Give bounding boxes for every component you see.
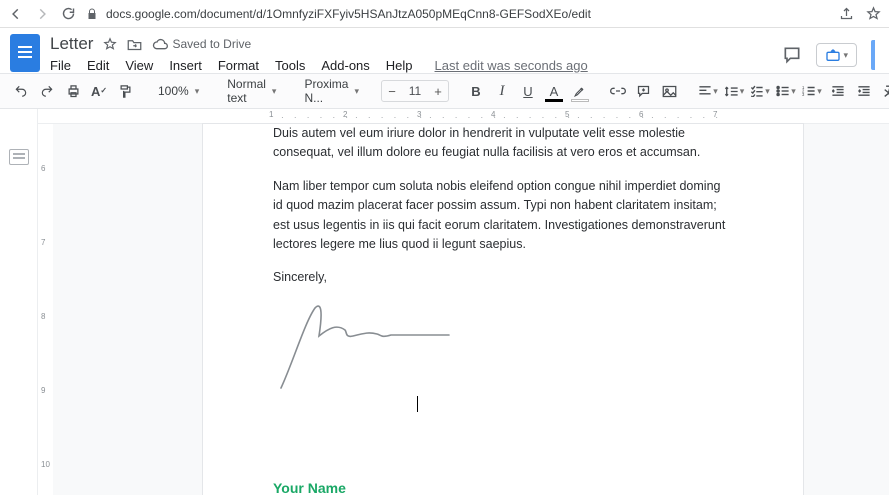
bold-button[interactable]: B [465,79,487,103]
text-color-button[interactable]: A [543,79,565,103]
decrease-font-button[interactable]: − [382,84,402,99]
numbered-list-button[interactable]: 123▾ [801,79,823,103]
address-bar[interactable]: docs.google.com/document/d/1OmnfyziFXFyi… [86,7,829,21]
comments-icon[interactable] [782,45,802,65]
outline-icon[interactable] [9,149,29,165]
horizontal-ruler[interactable]: 1 · · · · · · 2 · · · · · · 3 · · · · · … [38,109,889,124]
share-icon[interactable] [839,6,854,21]
star-doc-icon[interactable] [103,37,117,51]
body-paragraph[interactable]: Duis autem vel eum iriure dolor in hendr… [273,124,733,163]
document-page[interactable]: Duis autem vel eum iriure dolor in hendr… [203,124,803,495]
save-status[interactable]: Saved to Drive [152,37,251,51]
style-select[interactable]: Normal text▾ [221,77,282,105]
save-status-text: Saved to Drive [172,37,251,51]
clear-formatting-button[interactable] [879,79,889,103]
signature-name[interactable]: Your Name [273,478,733,495]
underline-button[interactable]: U [517,79,539,103]
canvas: 1 · · · · · · 2 · · · · · · 3 · · · · · … [38,109,889,495]
insert-comment-button[interactable] [633,79,655,103]
menu-edit[interactable]: Edit [87,58,109,73]
closing-text[interactable]: Sincerely, [273,268,733,287]
star-icon[interactable] [866,6,881,21]
font-size-value[interactable]: 11 [402,84,428,98]
zoom-select[interactable]: 100%▾ [152,84,205,98]
cloud-icon [152,38,168,50]
font-select[interactable]: Proxima N...▾ [298,77,365,105]
increase-font-button[interactable]: + [428,84,448,99]
left-rail [0,109,38,495]
menu-insert[interactable]: Insert [169,58,202,73]
undo-button[interactable] [10,79,32,103]
spellcheck-button[interactable]: A✓ [88,79,110,103]
last-edit-link[interactable]: Last edit was seconds ago [435,58,588,73]
menu-format[interactable]: Format [218,58,259,73]
workspace: 1 · · · · · · 2 · · · · · · 3 · · · · · … [0,109,889,495]
decrease-indent-button[interactable] [827,79,849,103]
forward-button[interactable] [34,7,50,21]
highlight-button[interactable] [569,79,591,103]
insert-link-button[interactable] [607,79,629,103]
svg-text:3: 3 [802,92,805,97]
body-paragraph[interactable]: Nam liber tempor cum soluta nobis eleife… [273,177,733,255]
align-button[interactable]: ▾ [697,79,719,103]
move-doc-icon[interactable] [127,38,142,51]
reload-button[interactable] [60,6,76,21]
back-button[interactable] [8,7,24,21]
docs-header: Letter Saved to Drive File Edit View Ins… [0,28,889,73]
chevron-down-icon: ▾ [843,50,848,61]
insert-image-button[interactable] [659,79,681,103]
menu-file[interactable]: File [50,58,71,73]
browser-toolbar: docs.google.com/document/d/1OmnfyziFXFyi… [0,0,889,28]
text-cursor [273,396,733,418]
share-button[interactable]: ▾ [816,43,857,67]
redo-button[interactable] [36,79,58,103]
signature-image[interactable] [273,302,733,392]
font-size-control[interactable]: − 11 + [381,80,449,102]
menu-help[interactable]: Help [386,58,413,73]
document-title[interactable]: Letter [50,34,93,54]
checklist-button[interactable]: ▾ [749,79,771,103]
menu-view[interactable]: View [125,58,153,73]
menu-addons[interactable]: Add-ons [321,58,369,73]
bullet-list-button[interactable]: ▾ [775,79,797,103]
formatting-toolbar: A✓ 100%▾ Normal text▾ Proxima N...▾ − 11… [0,73,889,109]
account-avatar[interactable] [871,40,875,70]
lock-icon [86,8,98,20]
print-button[interactable] [62,79,84,103]
docs-logo-icon[interactable] [10,34,40,72]
paint-format-button[interactable] [114,79,136,103]
menu-bar: File Edit View Insert Format Tools Add-o… [50,58,782,73]
menu-tools[interactable]: Tools [275,58,305,73]
increase-indent-button[interactable] [853,79,875,103]
italic-button[interactable]: I [491,79,513,103]
vertical-ruler[interactable]: 6 7 8 9 10 [38,124,53,495]
url-text: docs.google.com/document/d/1OmnfyziFXFyi… [106,7,591,21]
line-spacing-button[interactable]: ▾ [723,79,745,103]
